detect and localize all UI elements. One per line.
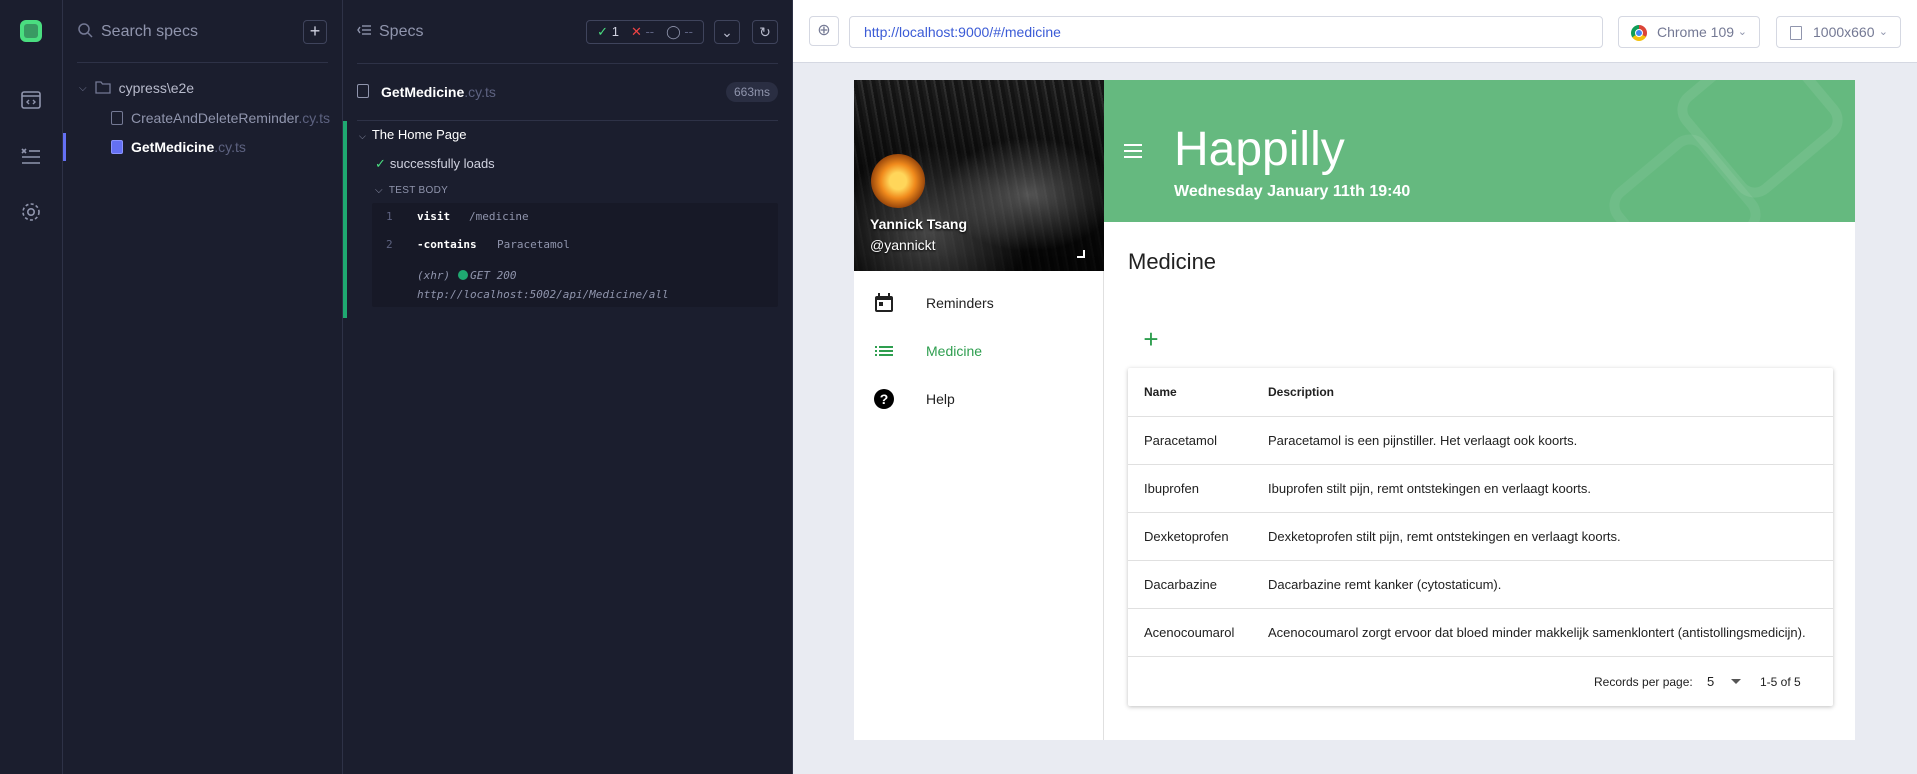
user-name: Yannick Tsang bbox=[870, 216, 967, 232]
table-row[interactable]: Acenocoumarol Acenocoumarol zorgt ervoor… bbox=[1128, 608, 1833, 656]
crosshair-icon: ⊕ bbox=[817, 22, 831, 39]
url-bar[interactable]: http://localhost:9000/#/medicine bbox=[849, 16, 1603, 48]
test-suite[interactable]: ⌵ The Home Page ✓ successfully loads ⌵ TEST… bbox=[343, 121, 793, 318]
chevron-down-icon: ⌄ bbox=[1878, 26, 1888, 38]
spec-list-panel: + ⌵ cypress\e2e CreateAndDeleteReminder.… bbox=[63, 0, 343, 774]
nav-item-help[interactable]: ? Help bbox=[854, 375, 1104, 423]
passed-icon: ✓ bbox=[597, 24, 609, 39]
test-body-label: ⌵ TEST BODY bbox=[375, 185, 449, 196]
add-medicine-button[interactable]: + bbox=[1139, 326, 1163, 352]
pending-icon: ◯ bbox=[666, 24, 681, 39]
new-spec-button[interactable]: + bbox=[303, 20, 327, 44]
suite-title: The Home Page bbox=[371, 127, 467, 142]
column-header-name[interactable]: Name bbox=[1144, 368, 1177, 416]
command-row[interactable]: 1 visit /medicine bbox=[372, 207, 778, 227]
chrome-icon bbox=[1631, 25, 1647, 41]
table-row[interactable]: Paracetamol Paracetamol is een pijnstill… bbox=[1128, 416, 1833, 464]
file-icon bbox=[111, 111, 123, 125]
menu-icon[interactable] bbox=[1124, 144, 1142, 158]
folder-row[interactable]: ⌵ cypress\e2e bbox=[79, 78, 194, 98]
test-stats: ✓ 1 ✕ -- ◯ -- bbox=[586, 20, 704, 44]
page-title: Medicine bbox=[1128, 249, 1217, 274]
divider bbox=[77, 62, 328, 63]
browser-selector[interactable]: Chrome 109 ⌄ bbox=[1618, 16, 1760, 48]
user-handle: @yannickt bbox=[870, 237, 936, 253]
refresh-icon: ↻ bbox=[759, 24, 771, 40]
folder-name: cypress\e2e bbox=[118, 80, 195, 96]
search-icon bbox=[77, 22, 95, 40]
records-per-page-select[interactable]: 5 bbox=[1707, 674, 1714, 689]
left-rail bbox=[0, 0, 63, 774]
selector-playground-button[interactable]: ⊕ bbox=[809, 16, 839, 46]
rerun-button[interactable]: ↻ bbox=[752, 20, 778, 44]
settings-icon[interactable] bbox=[19, 200, 43, 224]
cypress-logo-icon[interactable] bbox=[20, 20, 42, 42]
file-icon bbox=[357, 84, 369, 98]
pagination-range: 1-5 of 5 bbox=[1760, 675, 1801, 689]
viewport-icon bbox=[1790, 26, 1802, 40]
spec-search: + bbox=[77, 18, 327, 46]
app-bar: Happilly Wednesday January 11th 19:40 bbox=[1104, 80, 1855, 222]
options-dropdown-button[interactable]: ⌄ bbox=[714, 20, 740, 44]
chevron-down-icon: ⌵ bbox=[359, 131, 366, 141]
main-content: Medicine + Name Description Paracetamol … bbox=[1104, 222, 1855, 740]
search-input[interactable] bbox=[101, 18, 271, 46]
column-header-description[interactable]: Description bbox=[1268, 368, 1334, 416]
app-title: Happilly bbox=[1174, 123, 1345, 176]
failed-icon: ✕ bbox=[630, 24, 642, 39]
navigation-drawer: Yannick Tsang @yannickt Reminders Medici… bbox=[854, 80, 1104, 740]
calendar-icon bbox=[872, 291, 896, 315]
chevron-down-icon: ⌄ bbox=[721, 24, 733, 40]
xhr-log[interactable]: (xhr) GET 200 http://localhost:5002/api/M… bbox=[417, 266, 669, 304]
list-icon bbox=[872, 339, 896, 363]
svg-text:?: ? bbox=[880, 391, 889, 407]
table-row[interactable]: Ibuprofen Ibuprofen stilt pijn, remt ont… bbox=[1128, 464, 1833, 512]
file-icon bbox=[111, 140, 123, 154]
happilly-app: Yannick Tsang @yannickt Reminders Medici… bbox=[854, 80, 1855, 740]
status-dot bbox=[458, 270, 469, 280]
reporter-title[interactable]: Specs bbox=[357, 23, 423, 41]
aut-toolbar: ⊕ http://localhost:9000/#/medicine Chrom… bbox=[793, 0, 1917, 63]
spec-duration: 663ms bbox=[725, 82, 778, 102]
help-icon: ? bbox=[872, 387, 896, 411]
nav-item-reminders[interactable]: Reminders bbox=[854, 279, 1104, 327]
folder-icon bbox=[94, 80, 111, 97]
divider bbox=[357, 63, 778, 64]
reporter-header: Specs ✓ 1 ✕ -- ◯ -- ⌄ ↻ bbox=[357, 18, 778, 48]
spec-file-get-medicine[interactable]: GetMedicine.cy.ts bbox=[63, 133, 246, 161]
dropdown-arrow-icon[interactable] bbox=[1731, 679, 1741, 684]
chevron-down-icon: ⌵ bbox=[79, 82, 87, 94]
command-log: 1 visit /medicine 2 -contains Paracetamo… bbox=[372, 203, 778, 307]
runs-icon[interactable] bbox=[19, 144, 43, 168]
current-spec: GetMedicine.cy.ts 663ms bbox=[357, 82, 778, 102]
collapse-sidebar-icon bbox=[357, 23, 371, 41]
reporter-panel: Specs ✓ 1 ✕ -- ◯ -- ⌄ ↻ GetMedicine.cy.t… bbox=[343, 0, 793, 774]
check-icon: ✓ bbox=[375, 156, 386, 171]
account-dropdown-icon[interactable] bbox=[1077, 250, 1085, 258]
command-row[interactable]: 2 -contains Paracetamol bbox=[372, 235, 778, 255]
viewport-info[interactable]: 1000x660 ⌄ bbox=[1776, 16, 1901, 48]
table-row[interactable]: Dexketoprofen Dexketoprofen stilt pijn, … bbox=[1128, 512, 1833, 560]
test-item[interactable]: ✓ successfully loads bbox=[375, 156, 495, 172]
table-footer: Records per page: 5 1-5 of 5 bbox=[1128, 656, 1833, 706]
specs-icon[interactable] bbox=[19, 88, 43, 112]
chevron-down-icon: ⌄ bbox=[1737, 26, 1747, 38]
nav-item-medicine[interactable]: Medicine bbox=[854, 327, 1104, 375]
records-per-page-label: Records per page: bbox=[1594, 675, 1693, 689]
current-date: Wednesday January 11th 19:40 bbox=[1174, 183, 1411, 200]
medicine-table: Name Description Paracetamol Paracetamol… bbox=[1128, 368, 1833, 706]
chevron-down-icon: ⌵ bbox=[375, 185, 383, 196]
table-row[interactable]: Dacarbazine Dacarbazine remt kanker (cyt… bbox=[1128, 560, 1833, 608]
avatar[interactable] bbox=[871, 154, 925, 208]
spec-file-create-and-delete-reminder[interactable]: CreateAndDeleteReminder.cy.ts bbox=[111, 108, 330, 128]
